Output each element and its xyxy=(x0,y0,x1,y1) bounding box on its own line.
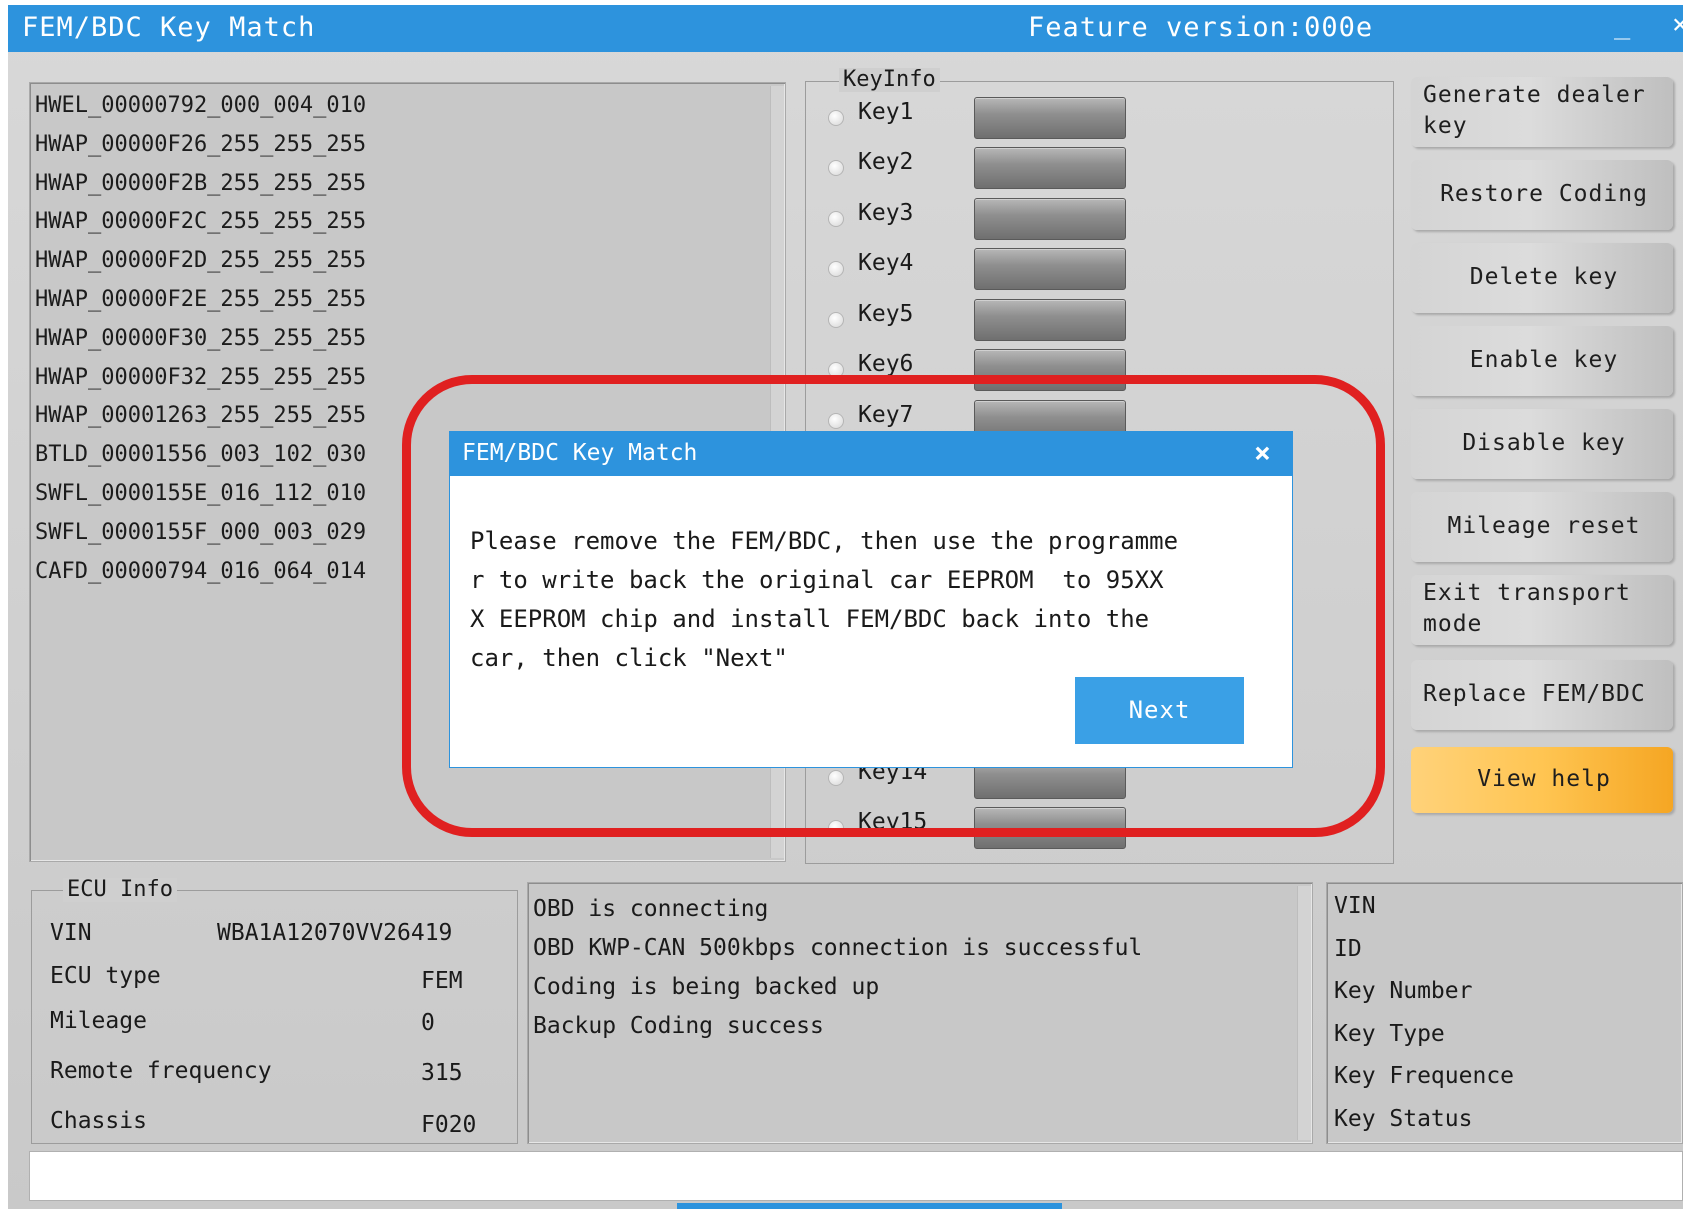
key-radio[interactable] xyxy=(828,261,844,277)
key-detail-label: Key Status xyxy=(1334,1105,1473,1132)
window-title: FEM/BDC Key Match xyxy=(22,12,316,43)
ecu-vin-value: WBA1A12070VV26419 xyxy=(217,920,453,946)
key-slot-button[interactable] xyxy=(974,147,1126,189)
key-detail-label: Key Type xyxy=(1334,1020,1445,1047)
restore-coding-label: Restore Coding xyxy=(1440,181,1648,207)
ecu-type-label: ECU type xyxy=(50,963,161,989)
status-bar xyxy=(29,1151,1683,1201)
chassis-label: Chassis xyxy=(50,1108,147,1134)
progress-indicator xyxy=(677,1203,1062,1209)
module-list-item[interactable]: BTLD_00001556_003_102_030 xyxy=(35,442,366,467)
key-label: Key2 xyxy=(858,149,914,175)
generate-dealer-key-button[interactable]: Generate dealer key xyxy=(1411,77,1673,147)
highlight-ring xyxy=(402,375,1385,837)
replace-fem-bdc-button[interactable]: Replace FEM/BDC xyxy=(1411,660,1673,730)
module-list-item[interactable]: SWFL_0000155F_000_003_029 xyxy=(35,520,366,545)
mileage-reset-button[interactable]: Mileage reset xyxy=(1411,492,1673,562)
module-list-item[interactable]: CAFD_00000794_016_064_014 xyxy=(35,559,366,584)
remote-frequency-label: Remote frequency xyxy=(50,1058,272,1084)
key-label: Key6 xyxy=(858,351,914,377)
module-list-item[interactable]: HWAP_00000F26_255_255_255 xyxy=(35,132,366,157)
replace-fem-bdc-label: Replace FEM/BDC xyxy=(1423,681,1646,707)
feature-version: Feature version:000e xyxy=(1028,12,1374,43)
log-line: Backup Coding success xyxy=(533,1013,824,1039)
exit-transport-mode-label: Exit transport mode xyxy=(1423,580,1646,637)
module-list-item[interactable]: HWAP_00000F2B_255_255_255 xyxy=(35,171,366,196)
key-detail-label: ID xyxy=(1334,935,1362,962)
key-label: Key1 xyxy=(858,99,914,125)
delete-key-label: Delete key xyxy=(1469,264,1619,290)
close-icon[interactable]: × xyxy=(1672,9,1683,40)
log-line: OBD is connecting xyxy=(533,896,769,922)
ecu-vin-label: VIN xyxy=(50,920,92,946)
module-list-item[interactable]: HWAP_00000F2C_255_255_255 xyxy=(35,209,366,234)
key-slot-button[interactable] xyxy=(974,248,1126,290)
disable-key-button[interactable]: Disable key xyxy=(1411,409,1673,479)
key-slot-button[interactable] xyxy=(974,299,1126,341)
module-list-item[interactable]: HWAP_00001263_255_255_255 xyxy=(35,403,366,428)
key-slot-button[interactable] xyxy=(974,198,1126,240)
delete-key-button[interactable]: Delete key xyxy=(1411,243,1673,313)
remote-frequency-value: 315 xyxy=(421,1060,463,1086)
key-label: Key5 xyxy=(858,301,914,327)
keyinfo-legend: KeyInfo xyxy=(839,68,940,92)
log-line: Coding is being backed up xyxy=(533,974,880,1000)
key-detail-label: Key Frequence xyxy=(1334,1063,1515,1089)
chassis-value: F020 xyxy=(421,1112,477,1138)
module-list-item[interactable]: HWAP_00000F30_255_255_255 xyxy=(35,326,366,351)
module-list-item[interactable]: HWAP_00000F2E_255_255_255 xyxy=(35,287,366,312)
key-radio[interactable] xyxy=(828,312,844,328)
module-list-item[interactable]: SWFL_0000155E_016_112_010 xyxy=(35,481,366,506)
key-slot-button[interactable] xyxy=(974,97,1126,139)
ecu-info-legend: ECU Info xyxy=(63,878,177,902)
key-radio[interactable] xyxy=(828,110,844,126)
disable-key-label: Disable key xyxy=(1462,430,1626,456)
key-label: Key4 xyxy=(858,250,914,276)
enable-key-label: Enable key xyxy=(1469,347,1619,373)
title-bar: FEM/BDC Key Match Feature version:000e _… xyxy=(8,5,1683,52)
exit-transport-mode-button[interactable]: Exit transport mode xyxy=(1411,575,1673,645)
module-list-item[interactable]: HWAP_00000F32_255_255_255 xyxy=(35,365,366,390)
ecu-type-value: FEM xyxy=(421,968,463,994)
view-help-label: View help xyxy=(1477,766,1611,792)
key-radio[interactable] xyxy=(828,160,844,176)
mileage-reset-label: Mileage reset xyxy=(1447,513,1641,539)
key-detail-label: Key Number xyxy=(1334,978,1473,1004)
log-scrollbar[interactable] xyxy=(1297,886,1311,1140)
mileage-label: Mileage xyxy=(50,1008,147,1034)
key-detail-label: VIN xyxy=(1334,893,1376,919)
enable-key-button[interactable]: Enable key xyxy=(1411,326,1673,396)
minimize-icon[interactable]: _ xyxy=(1614,9,1631,40)
view-help-button[interactable]: View help xyxy=(1411,747,1673,813)
mileage-value: 0 xyxy=(421,1010,435,1036)
key-label: Key3 xyxy=(858,200,914,226)
generate-dealer-key-label: Generate dealer key xyxy=(1423,82,1661,139)
log-line: OBD KWP-CAN 500kbps connection is succes… xyxy=(533,935,1143,961)
module-list-item[interactable]: HWEL_00000792_000_004_010 xyxy=(35,93,366,118)
module-list-item[interactable]: HWAP_00000F2D_255_255_255 xyxy=(35,248,366,273)
restore-coding-button[interactable]: Restore Coding xyxy=(1411,160,1673,230)
key-radio[interactable] xyxy=(828,211,844,227)
